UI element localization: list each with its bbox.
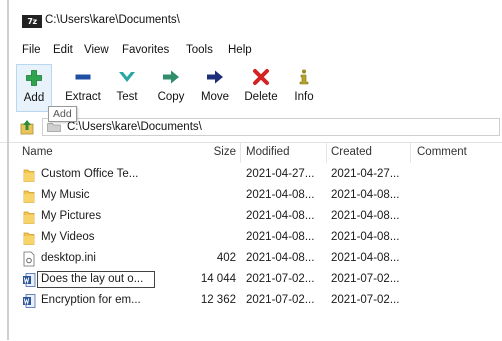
delete-label: Delete — [244, 91, 278, 103]
column-size[interactable]: Size — [208, 146, 236, 158]
window-left-edge — [7, 0, 9, 340]
move-button[interactable]: Move — [196, 64, 234, 112]
file-name: Encryption for em... — [41, 294, 141, 306]
file-modified: 2021-04-08... — [246, 210, 315, 222]
word-document-icon — [23, 273, 36, 287]
file-name: Does the lay out o... — [41, 273, 144, 285]
folder-icon — [23, 190, 35, 203]
info-button[interactable]: Info — [288, 64, 320, 112]
file-modified: 2021-04-27... — [246, 168, 315, 180]
file-created: 2021-07-02... — [331, 294, 400, 306]
file-size: 402 — [216, 252, 236, 264]
file-created: 2021-04-08... — [331, 252, 400, 264]
file-row[interactable]: My Music 2021-04-08... 2021-04-08... — [0, 186, 502, 207]
file-size: 14 044 — [200, 273, 236, 285]
title-bar: 7z C:\Users\kare\Documents\ — [0, 0, 502, 36]
column-created[interactable]: Created — [331, 146, 372, 158]
menu-help[interactable]: Help — [228, 44, 252, 56]
file-created: 2021-04-27... — [331, 168, 400, 180]
folder-icon — [23, 211, 35, 224]
folder-icon — [23, 169, 35, 182]
file-modified: 2021-07-02... — [246, 273, 315, 285]
window-title: C:\Users\kare\Documents\ — [45, 14, 180, 26]
move-label: Move — [200, 91, 230, 103]
file-name: My Music — [41, 189, 90, 201]
settings-file-icon — [23, 251, 35, 267]
extract-label: Extract — [65, 91, 101, 103]
file-size: 12 362 — [200, 294, 236, 306]
test-label: Test — [116, 91, 138, 103]
file-list: Name Size Modified Created Comment Custo… — [0, 142, 502, 341]
file-name: Custom Office Te... — [41, 168, 139, 180]
file-row[interactable]: Does the lay out o... 14 044 2021-07-02...… — [0, 270, 502, 291]
file-modified: 2021-04-08... — [246, 231, 315, 243]
file-created: 2021-04-08... — [331, 210, 400, 222]
file-row[interactable]: My Pictures 2021-04-08... 2021-04-08... — [0, 207, 502, 228]
move-arrow-icon — [207, 70, 223, 84]
add-label: Add — [23, 92, 45, 104]
file-row[interactable]: Custom Office Te... 2021-04-27... 2021-04-… — [0, 165, 502, 186]
address-field[interactable]: C:\Users\kare\Documents\ — [42, 118, 500, 136]
file-manager-window: 7z C:\Users\kare\Documents\ File Edit Vi… — [0, 0, 502, 340]
up-folder-icon[interactable] — [20, 119, 34, 135]
minus-icon — [75, 74, 91, 80]
file-row[interactable]: My Videos 2021-04-08... 2021-04-08... — [0, 228, 502, 249]
delete-button[interactable]: Delete — [240, 64, 282, 112]
copy-arrow-icon — [163, 70, 179, 84]
word-document-icon — [23, 294, 36, 308]
file-created: 2021-07-02... — [331, 273, 400, 285]
file-name: My Videos — [41, 231, 95, 243]
address-path: C:\Users\kare\Documents\ — [67, 121, 202, 133]
file-row[interactable]: Encryption for em... 12 362 2021-07-02... 2… — [0, 291, 502, 312]
info-icon — [299, 69, 309, 85]
menu-edit[interactable]: Edit — [53, 44, 73, 56]
plus-icon — [26, 70, 42, 86]
file-row[interactable]: desktop.ini 402 2021-04-08... 2021-04-08... — [0, 249, 502, 270]
check-icon — [119, 72, 135, 82]
test-button[interactable]: Test — [110, 64, 144, 112]
app-icon: 7z — [22, 15, 42, 28]
column-modified[interactable]: Modified — [246, 146, 289, 158]
info-label: Info — [294, 91, 314, 103]
menu-bar: File Edit View Favorites Tools Help — [0, 44, 502, 62]
copy-label: Copy — [157, 91, 185, 103]
extract-button[interactable]: Extract — [60, 64, 106, 112]
menu-view[interactable]: View — [84, 44, 109, 56]
file-modified: 2021-07-02... — [246, 294, 315, 306]
add-tooltip: Add — [48, 106, 77, 122]
file-modified: 2021-04-08... — [246, 189, 315, 201]
add-button[interactable]: Add — [16, 64, 52, 112]
file-created: 2021-04-08... — [331, 231, 400, 243]
file-created: 2021-04-08... — [331, 189, 400, 201]
column-separator — [326, 143, 327, 163]
file-name: desktop.ini — [41, 252, 96, 264]
file-modified: 2021-04-08... — [246, 252, 315, 264]
delete-x-icon — [253, 69, 269, 85]
menu-file[interactable]: File — [22, 44, 41, 56]
column-name[interactable]: Name — [22, 146, 53, 158]
folder-icon — [23, 232, 35, 245]
column-separator — [410, 143, 411, 163]
column-comment[interactable]: Comment — [417, 146, 467, 158]
folder-icon — [47, 123, 61, 132]
file-name: My Pictures — [41, 210, 102, 222]
column-separator — [240, 143, 241, 163]
menu-tools[interactable]: Tools — [186, 44, 213, 56]
copy-button[interactable]: Copy — [152, 64, 190, 112]
menu-favorites[interactable]: Favorites — [122, 44, 169, 56]
